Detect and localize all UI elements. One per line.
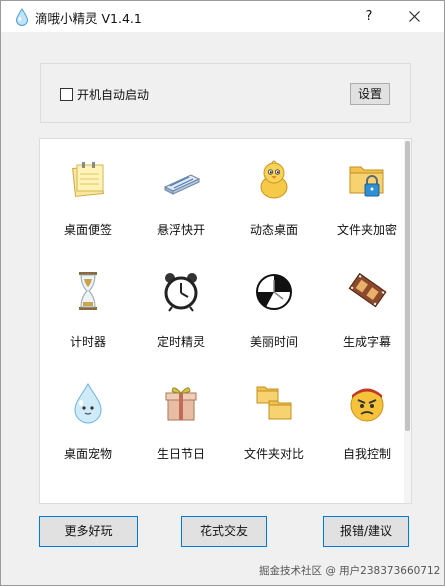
- film-strip-icon: [348, 272, 387, 308]
- scrollbar-thumb[interactable]: [405, 141, 410, 431]
- locked-folder-icon: [349, 166, 384, 197]
- fancy-friends-button[interactable]: 花式交友: [181, 516, 267, 547]
- tool-label: 定时精灵: [156, 335, 205, 349]
- tool-label: 文件夹加密: [336, 223, 397, 237]
- tool-label: 悬浮快开: [156, 223, 205, 237]
- more-fun-button[interactable]: 更多好玩: [39, 516, 138, 547]
- gift-box-icon: [165, 387, 197, 421]
- tool-label: 计时器: [69, 335, 106, 349]
- tool-label: 生成字幕: [342, 335, 391, 349]
- alarm-clock-icon: [164, 273, 198, 312]
- sticky-note-icon: [72, 162, 104, 197]
- tool-label: 桌面宠物: [63, 447, 112, 461]
- title-bar[interactable]: 滴哦小精灵 V1.4.1 ?: [1, 1, 444, 32]
- tool-label: 自我控制: [342, 447, 391, 461]
- hourglass-icon: [79, 272, 97, 310]
- panel-scrollbar[interactable]: [404, 139, 411, 503]
- startup-group: 开机自动启动 设置: [40, 63, 411, 123]
- tool-tile[interactable]: 生日节日: [136, 363, 226, 469]
- close-icon: [408, 11, 420, 22]
- tool-tile[interactable]: 美丽时间: [229, 251, 319, 357]
- folder-compare-icon: [256, 386, 292, 420]
- tool-tile[interactable]: 文件夹对比: [229, 363, 319, 469]
- app-window: 滴哦小精灵 V1.4.1 ? 开机自动启动 设置 桌面便签 悬浮快开 动态桌面 …: [0, 0, 445, 586]
- tool-tile[interactable]: 文件夹加密: [322, 139, 411, 245]
- watermark-text: 掘金技术社区 @ 用户2383736607​12: [259, 565, 441, 577]
- clock-face-icon: [256, 274, 292, 310]
- chick-icon: [260, 160, 288, 199]
- water-drop-pet-icon: [74, 383, 102, 424]
- autostart-checkbox[interactable]: [60, 88, 73, 101]
- tool-tile[interactable]: 计时器: [43, 251, 133, 357]
- floating-launcher-icon: [163, 174, 201, 195]
- tool-tile[interactable]: 桌面宠物: [43, 363, 133, 469]
- tool-label: 文件夹对比: [243, 447, 304, 461]
- autostart-label[interactable]: 开机自动启动: [77, 86, 149, 103]
- tool-tile[interactable]: 动态桌面: [229, 139, 319, 245]
- tool-label: 美丽时间: [249, 335, 298, 349]
- settings-button[interactable]: 设置: [350, 83, 390, 105]
- tool-tile[interactable]: 定时精灵: [136, 251, 226, 357]
- close-button[interactable]: [399, 5, 429, 29]
- tool-label: 生日节日: [156, 447, 205, 461]
- water-drop-icon: [15, 8, 29, 26]
- tool-label: 桌面便签: [63, 223, 112, 237]
- report-suggest-button[interactable]: 报错/建议: [323, 516, 409, 547]
- tool-tile[interactable]: 悬浮快开: [136, 139, 226, 245]
- angry-face-icon: [350, 388, 384, 422]
- tool-tile[interactable]: 桌面便签: [43, 139, 133, 245]
- tool-tile[interactable]: 生成字幕: [322, 251, 411, 357]
- window-title: 滴哦小精灵 V1.4.1: [35, 11, 142, 26]
- tool-label: 动态桌面: [249, 223, 298, 237]
- tools-panel: 桌面便签 悬浮快开 动态桌面 文件夹加密 计时器 定时精灵 美丽时间 生成字幕 …: [39, 138, 412, 504]
- help-button[interactable]: ?: [357, 5, 381, 29]
- tool-tile[interactable]: 自我控制: [322, 363, 411, 469]
